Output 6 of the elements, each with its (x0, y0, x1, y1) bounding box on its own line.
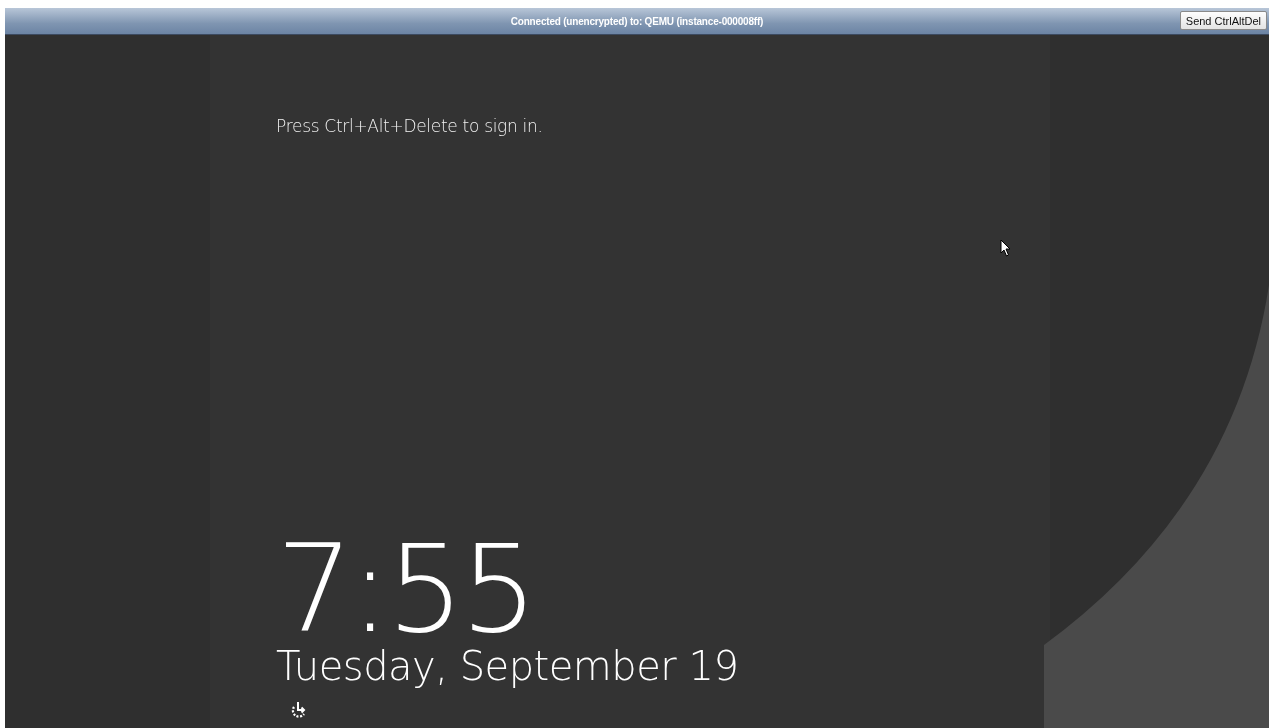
clock-date: Tuesday, September 19 (276, 642, 739, 691)
connection-status: Connected (unencrypted) to: QEMU (instance-000008ff) (510, 15, 764, 27)
send-ctrl-alt-del-button[interactable]: Send CtrlAltDel (1179, 11, 1267, 30)
clock-time: 7:55 (276, 534, 534, 644)
mouse-pointer-icon (1000, 239, 1012, 257)
sign-in-prompt: Press Ctrl+Alt+Delete to sign in. (276, 116, 543, 136)
